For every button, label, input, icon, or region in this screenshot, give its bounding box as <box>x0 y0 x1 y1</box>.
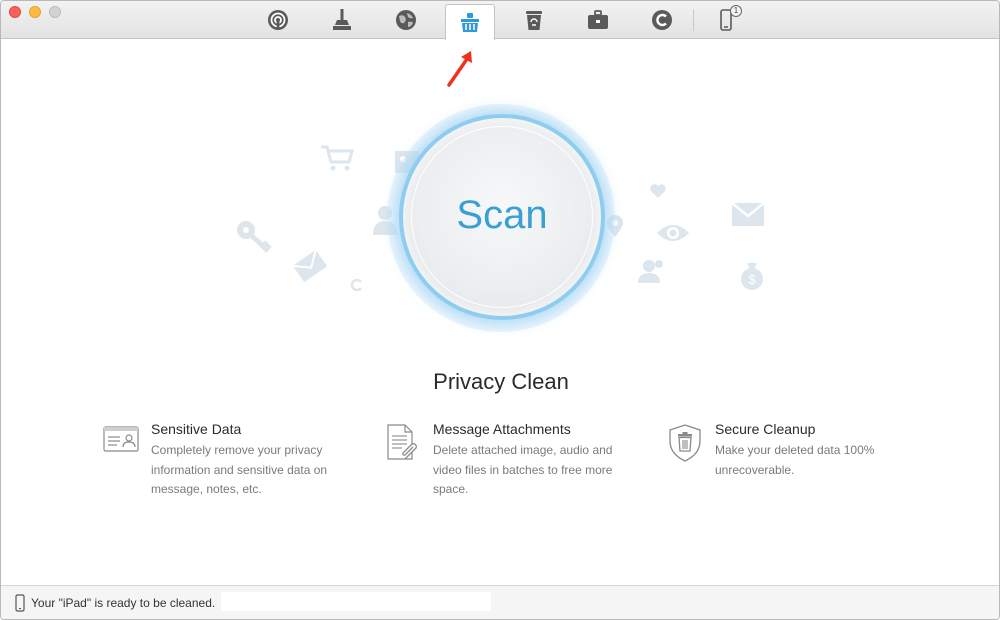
tool-device[interactable]: 1 <box>701 1 751 39</box>
toolbar-separator <box>693 9 694 31</box>
status-text: Your "iPad" is ready to be cleaned. <box>31 596 216 610</box>
minimize-window-button[interactable] <box>29 6 41 18</box>
annotation-arrow-icon <box>447 51 472 87</box>
eye-icon <box>655 219 691 247</box>
tool-file-manager[interactable] <box>509 1 559 39</box>
globe-icon <box>396 10 416 30</box>
feature-title: Sensitive Data <box>151 421 242 437</box>
toolbox-icon <box>588 10 608 29</box>
feature-title: Secure Cleanup <box>715 421 816 437</box>
tool-backup[interactable] <box>637 1 687 39</box>
mail-icon <box>729 199 767 229</box>
scan-label: Scan <box>456 192 548 237</box>
feature-description: Completely remove your privacy informati… <box>151 443 328 496</box>
status-bar: Your "iPad" is ready to be cleaned. <box>1 585 999 619</box>
broom-icon <box>333 9 351 30</box>
toolbar: 1 <box>1 1 999 40</box>
shield-trash-icon <box>669 424 701 462</box>
circle-c-icon <box>652 10 672 30</box>
ipad-icon <box>15 594 25 612</box>
svg-text:$: $ <box>748 272 756 287</box>
app-window: 1 $ Scan Privacy Clean Sensitive Data Co… <box>0 0 1000 620</box>
shopping-cart-icon <box>319 144 355 172</box>
tool-privacy-clean[interactable] <box>445 4 495 40</box>
contacts-group-icon <box>637 257 667 285</box>
tool-system-clean[interactable] <box>317 1 367 39</box>
money-bag-icon: $ <box>737 259 767 291</box>
document-attachment-icon <box>387 424 417 460</box>
close-window-button[interactable] <box>9 6 21 18</box>
key-icon <box>235 219 273 255</box>
feature-description: Make your deleted data 100% unrecoverabl… <box>715 443 875 477</box>
id-card-icon <box>103 426 139 452</box>
scan-button[interactable]: Scan <box>399 114 605 320</box>
feature-title: Message Attachments <box>433 421 571 437</box>
airdrop-icon <box>268 10 288 30</box>
refresh-small-icon <box>349 277 365 293</box>
feature-description: Delete attached image, audio and video f… <box>433 443 613 496</box>
privacy-clean-icon <box>461 12 479 32</box>
status-redaction <box>221 592 491 611</box>
tool-airdrop[interactable] <box>253 1 303 39</box>
page-title: Privacy Clean <box>433 369 569 394</box>
trash-icon <box>526 11 542 30</box>
tool-toolbox[interactable] <box>573 1 623 39</box>
heart-icon <box>649 183 667 199</box>
device-count-badge: 1 <box>730 5 742 17</box>
tool-internet-clean[interactable] <box>381 1 431 39</box>
mail-tilted-icon <box>291 248 329 284</box>
zoom-window-button[interactable] <box>49 6 61 18</box>
